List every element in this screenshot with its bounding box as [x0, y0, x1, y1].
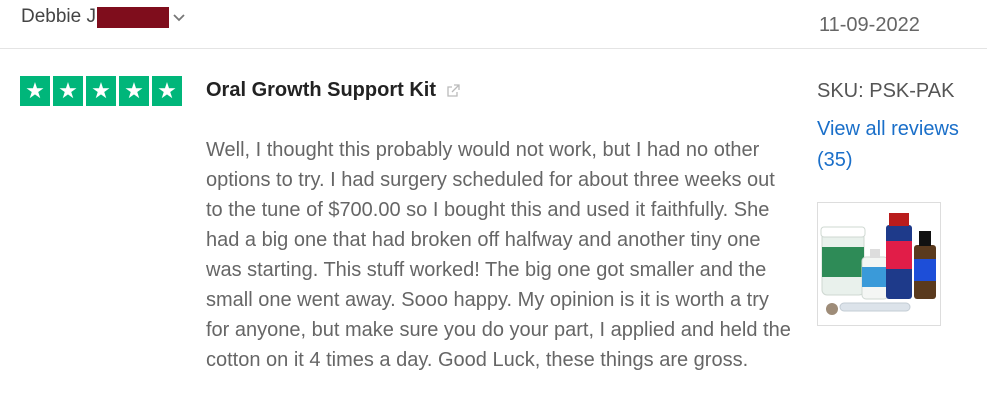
review-body: Well, I thought this probably would not … [206, 139, 791, 371]
product-sku: SKU: PSK-PAK [817, 80, 955, 102]
redaction-block [97, 6, 169, 28]
product-image[interactable] [817, 202, 941, 326]
view-all-reviews-link[interactable]: View all reviews (35) [817, 114, 977, 176]
star-icon: ★ [53, 76, 83, 106]
review-header: Debbie J 11-09-2022 [0, 0, 987, 49]
review-title: Oral Growth Support Kit [206, 79, 460, 102]
external-link-icon[interactable] [446, 83, 460, 98]
review-title-text: Oral Growth Support Kit [206, 79, 436, 101]
star-rating: ★ ★ ★ ★ ★ [20, 76, 182, 106]
star-icon: ★ [152, 76, 182, 106]
chevron-down-icon[interactable] [173, 9, 185, 25]
reviewer-name: Debbie J [21, 6, 96, 27]
star-icon: ★ [86, 76, 116, 106]
star-icon: ★ [20, 76, 50, 106]
star-icon: ★ [119, 76, 149, 106]
review-date: 11-09-2022 [819, 14, 920, 36]
reviewer[interactable]: Debbie J [21, 6, 185, 28]
